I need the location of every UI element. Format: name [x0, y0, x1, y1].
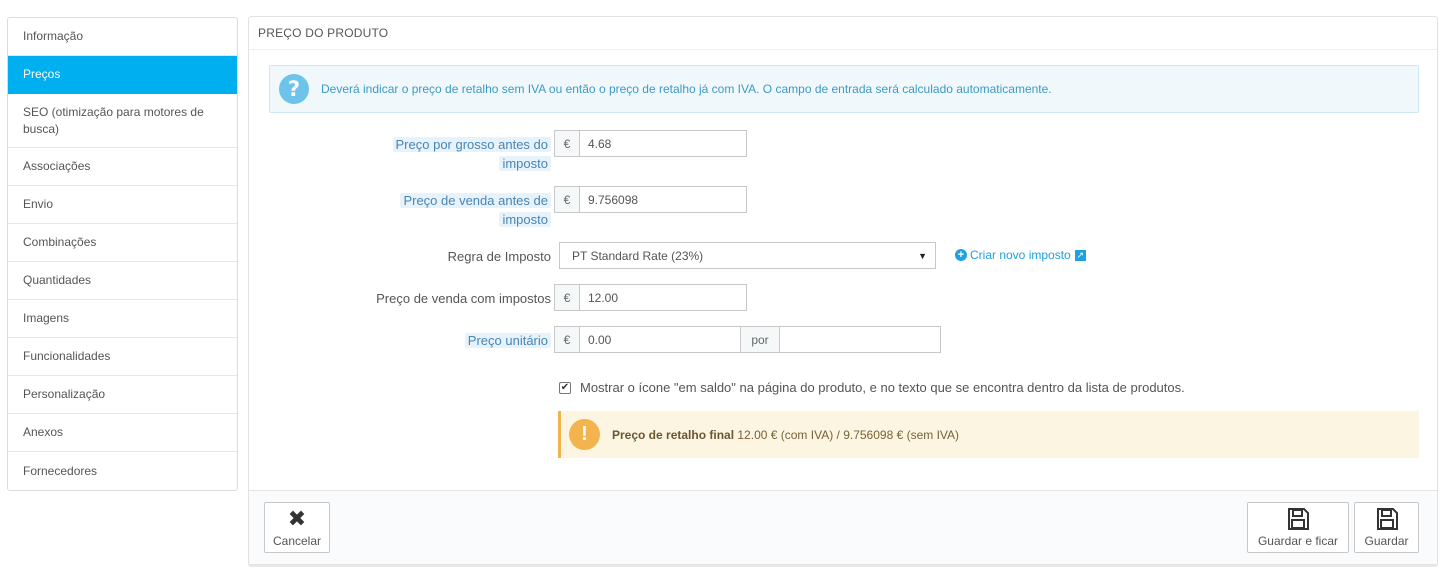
wholesale-price-label: Preço por grosso antes do imposto	[369, 135, 551, 173]
tax-rule-select[interactable]: PT Standard Rate (23%) ▼	[559, 242, 936, 269]
cancel-button-label: Cancelar	[272, 534, 322, 548]
exclamation-icon: !	[569, 419, 600, 450]
save-button-label: Guardar	[1364, 534, 1409, 548]
on-sale-label: Mostrar o ícone "em saldo" na página do …	[580, 380, 1185, 395]
save-button[interactable]: Guardar	[1354, 502, 1419, 553]
unit-price-label: Preço unitário	[369, 331, 551, 350]
save-icon	[1288, 508, 1309, 530]
tab-funcionalidades[interactable]: Funcionalidades	[8, 338, 237, 376]
info-alert-text: Deverá indicar o preço de retalho sem IV…	[321, 82, 1052, 96]
retail-price-group: € 9.756098	[554, 186, 747, 213]
retail-with-tax-label: Preço de venda com impostos	[376, 291, 551, 306]
retail-label-line2: imposto	[499, 212, 551, 227]
panel-footer: ✖ Cancelar Guardar e ficar Guardar	[249, 490, 1437, 564]
currency-addon: €	[554, 186, 579, 213]
wholesale-price-group: € 4.68	[554, 130, 747, 157]
close-icon: ✖	[287, 506, 307, 531]
tab-precos[interactable]: Preços	[8, 56, 237, 94]
final-price-alert: ! Preço de retalho final 12.00 € (com IV…	[558, 411, 1419, 458]
cancel-button[interactable]: ✖ Cancelar	[264, 502, 330, 553]
plus-circle-icon: +	[955, 249, 967, 261]
wholesale-label-line1: Preço por grosso antes do	[392, 137, 551, 152]
save-and-stay-label: Guardar e ficar	[1257, 534, 1339, 548]
retail-with-tax-group: € 12.00	[554, 284, 747, 311]
wholesale-price-input[interactable]: 4.68	[579, 130, 747, 157]
tab-anexos[interactable]: Anexos	[8, 414, 237, 452]
final-price-values: 12.00 € (com IVA) / 9.756098 € (sem IVA)	[734, 427, 960, 442]
retail-price-label: Preço de venda antes de imposto	[369, 191, 551, 229]
currency-addon: €	[554, 130, 579, 157]
currency-addon: €	[554, 284, 579, 311]
retail-label-line1: Preço de venda antes de	[400, 193, 551, 208]
retail-price-input[interactable]: 9.756098	[579, 186, 747, 213]
info-alert: ? Deverá indicar o preço de retalho sem …	[269, 65, 1419, 113]
unit-type-input[interactable]	[779, 326, 941, 353]
unit-price-label-text: Preço unitário	[464, 333, 551, 348]
unit-price-input[interactable]: 0.00	[579, 326, 741, 353]
unit-price-group: € 0.00 por	[554, 326, 941, 353]
external-link-icon: ↗	[1074, 249, 1086, 261]
per-addon: por	[741, 326, 779, 353]
tab-imagens[interactable]: Imagens	[8, 300, 237, 338]
retail-with-tax-input[interactable]: 12.00	[579, 284, 747, 311]
question-icon: ?	[279, 74, 309, 104]
product-price-panel: PREÇO DO PRODUTO ? Deverá indicar o preç…	[248, 16, 1438, 565]
currency-addon: €	[554, 326, 579, 353]
tax-rule-label: Regra de Imposto	[447, 249, 551, 264]
save-and-stay-button[interactable]: Guardar e ficar	[1247, 502, 1349, 553]
save-icon	[1376, 508, 1398, 530]
tab-associacoes[interactable]: Associações	[8, 148, 237, 186]
final-price-text: Preço de retalho final 12.00 € (com IVA)…	[612, 428, 959, 442]
chevron-down-icon: ▼	[918, 250, 927, 261]
tab-seo[interactable]: SEO (otimização para motores de busca)	[8, 94, 237, 148]
tab-personalizacao[interactable]: Personalização	[8, 376, 237, 414]
wholesale-label-line2: imposto	[499, 156, 551, 171]
final-price-label: Preço de retalho final	[612, 427, 735, 442]
panel-title: PREÇO DO PRODUTO	[249, 17, 1437, 50]
on-sale-option[interactable]: ✔ Mostrar o ícone "em saldo" na página d…	[559, 380, 1185, 395]
tab-combinacoes[interactable]: Combinações	[8, 224, 237, 262]
tab-quantidades[interactable]: Quantidades	[8, 262, 237, 300]
create-tax-link-label: Criar novo imposto	[970, 248, 1071, 262]
tab-envio[interactable]: Envio	[8, 186, 237, 224]
tax-rule-selected: PT Standard Rate (23%)	[572, 248, 704, 263]
product-tabs-sidebar: Informação Preços SEO (otimização para m…	[7, 17, 238, 491]
create-tax-link[interactable]: + Criar novo imposto ↗	[955, 248, 1086, 262]
tab-informacao[interactable]: Informação	[8, 18, 237, 56]
on-sale-checkbox[interactable]: ✔	[559, 381, 571, 394]
tab-fornecedores[interactable]: Fornecedores	[8, 452, 237, 490]
